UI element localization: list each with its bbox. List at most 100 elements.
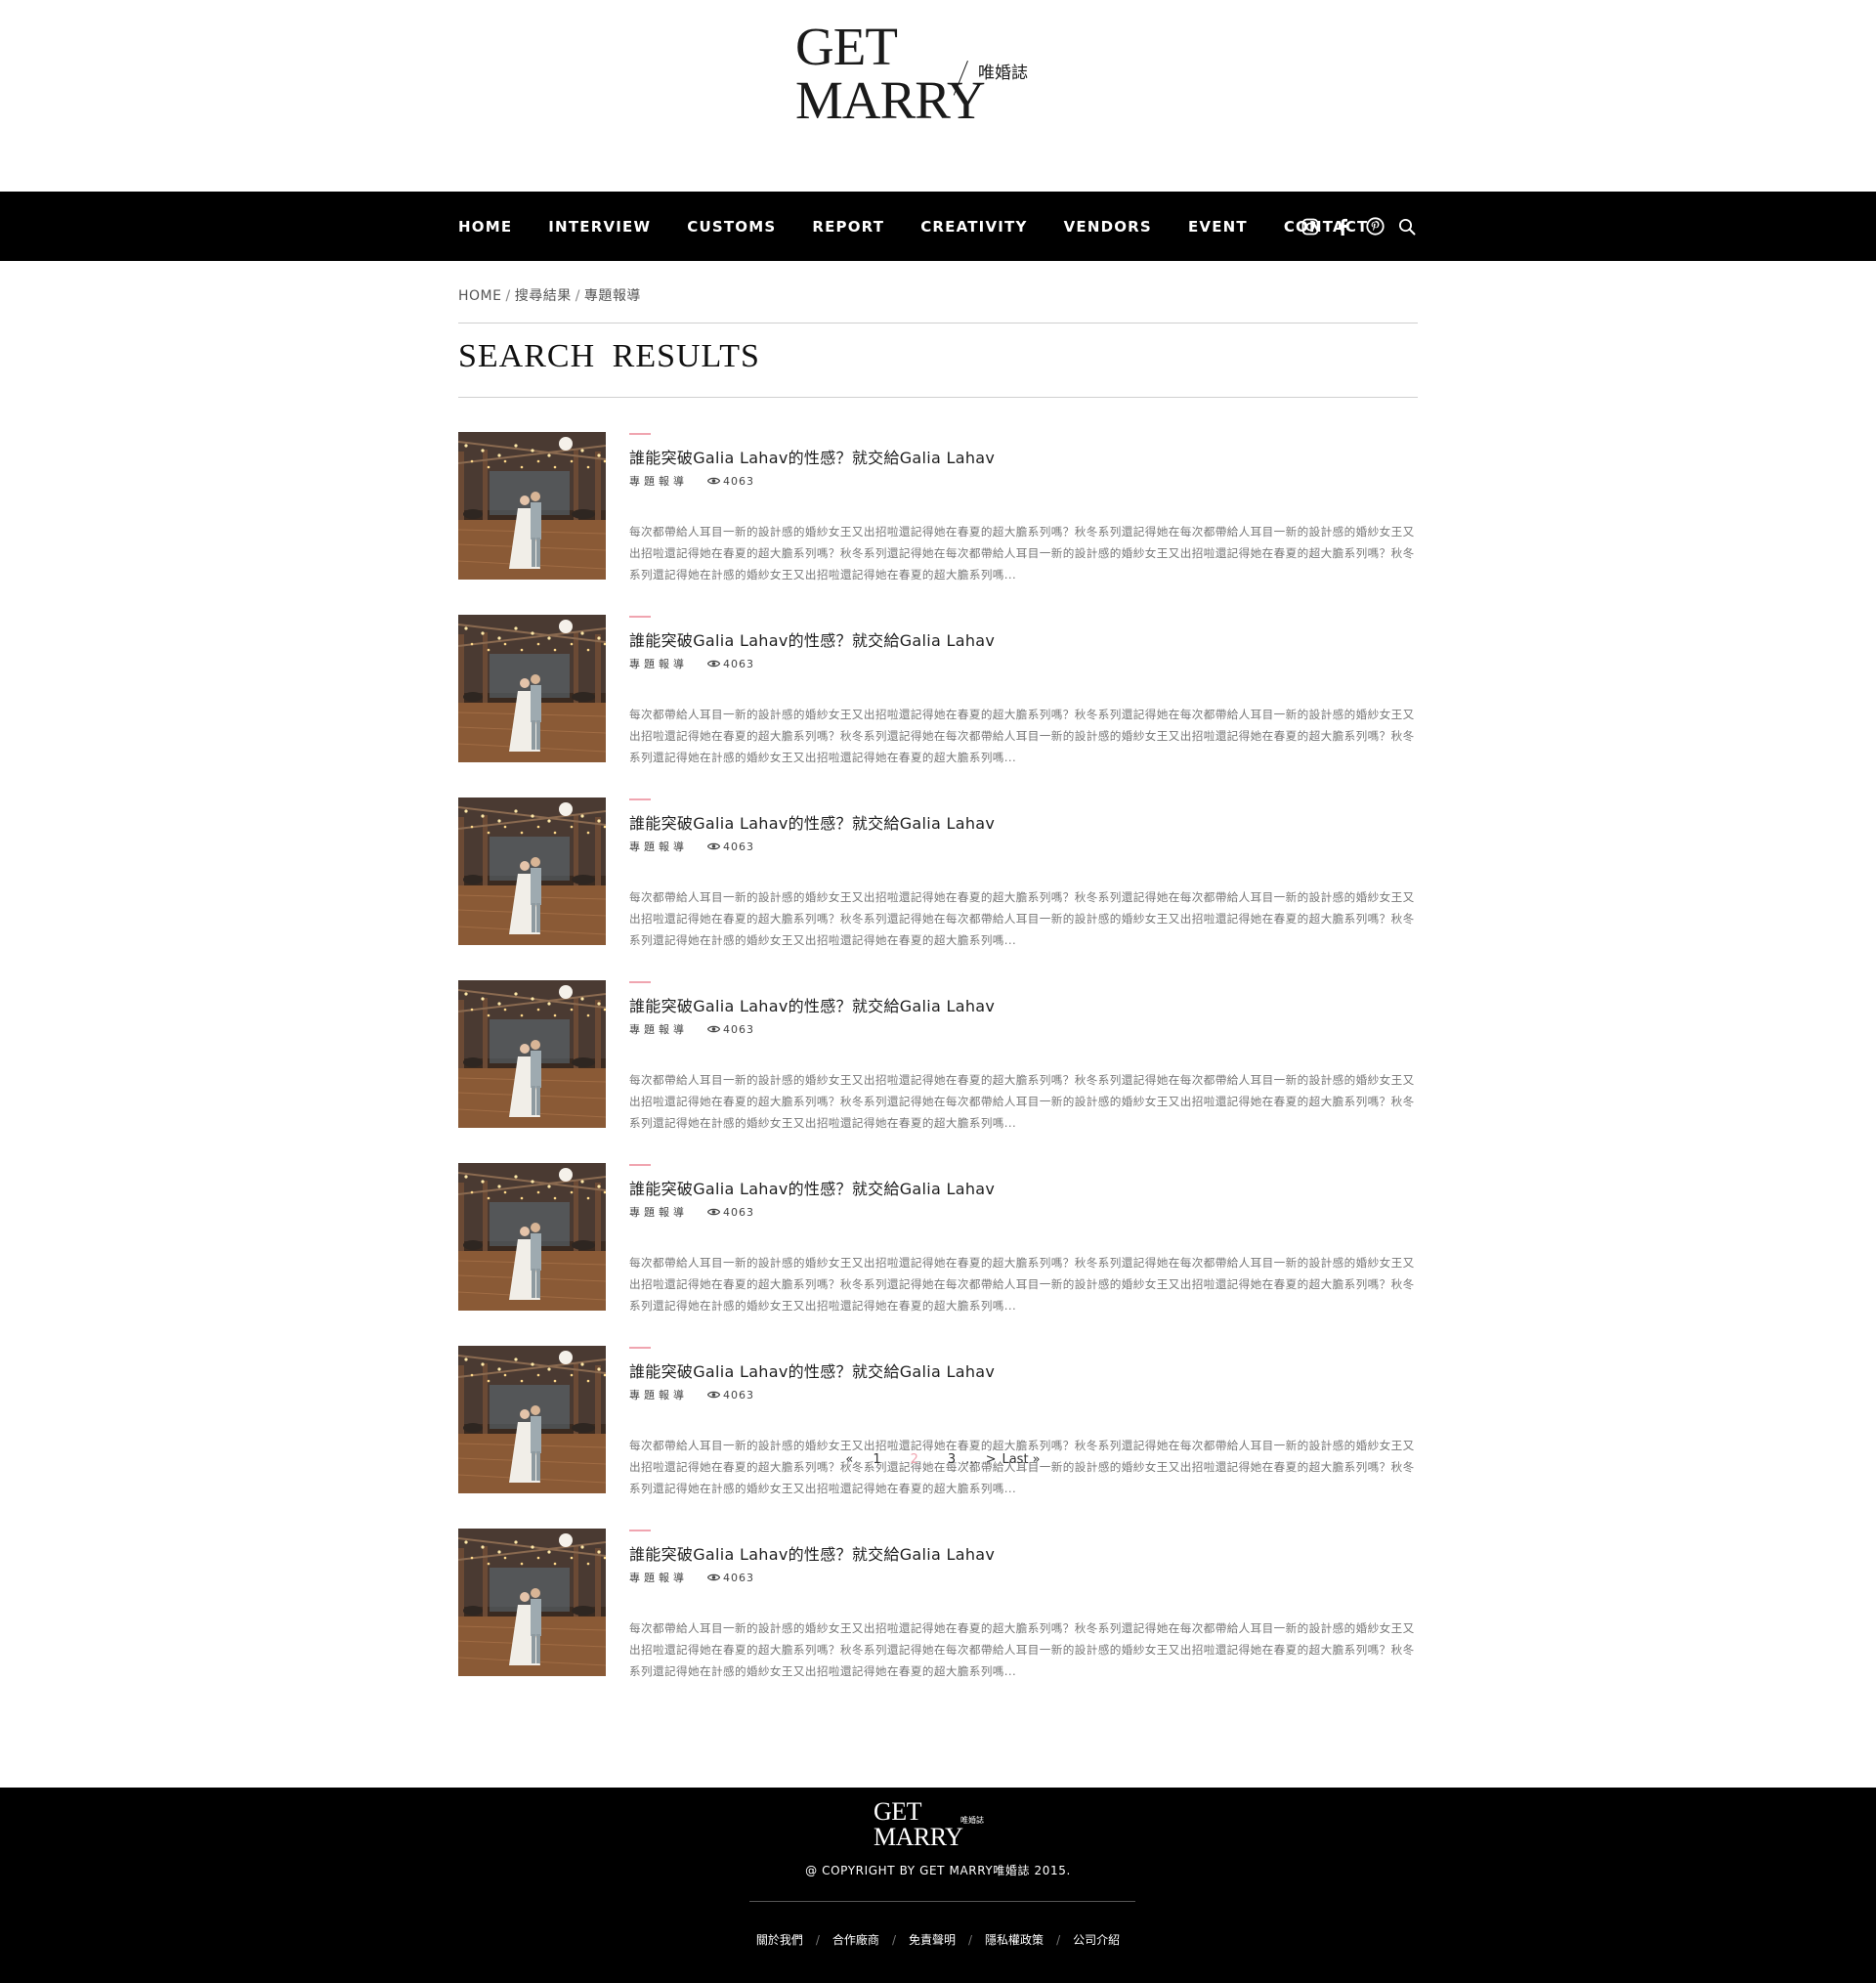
- footer-links: 關於我們 / 合作廠商 / 免責聲明 / 隱私權政策 / 公司介紹: [0, 1931, 1876, 1948]
- result-category[interactable]: 專題報導: [629, 1204, 688, 1220]
- eye-icon: [706, 1390, 721, 1400]
- breadcrumb-search-results[interactable]: 搜尋結果: [515, 288, 572, 304]
- pagination: « 1 2 3... > Last »: [0, 1452, 1876, 1467]
- nav-item-vendors[interactable]: VENDORS: [1064, 218, 1152, 236]
- result-title[interactable]: 誰能突破Galia Lahav的性感？就交給Galia Lahav: [629, 627, 995, 651]
- result-title[interactable]: 誰能突破Galia Lahav的性感？就交給Galia Lahav: [629, 993, 995, 1016]
- result-accent-bar: [629, 798, 651, 800]
- breadcrumb-current: 專題報導: [583, 288, 641, 304]
- result-category[interactable]: 專題報導: [629, 1387, 688, 1402]
- pagination-page-3[interactable]: 3: [948, 1452, 956, 1467]
- result-thumbnail[interactable]: [458, 1529, 606, 1676]
- result-category[interactable]: 專題報導: [629, 839, 688, 854]
- result-excerpt: 每次都帶給人耳目一新的設計感的婚紗女王又出招啦還記得她在春夏的超大膽系列嗎？秋冬…: [629, 890, 1415, 947]
- result-thumbnail[interactable]: [458, 1163, 606, 1311]
- eye-icon: [706, 1024, 721, 1034]
- breadcrumb-home[interactable]: HOME: [458, 288, 501, 304]
- search-result-item: 誰能突破Galia Lahav的性感？就交給Galia Lahav 專題報導 406…: [458, 1346, 1418, 1529]
- site-logo[interactable]: GET MARRY 唯婚誌: [795, 20, 1079, 127]
- nav-item-report[interactable]: REPORT: [812, 218, 884, 236]
- search-result-item: 誰能突破Galia Lahav的性感？就交給Galia Lahav 專題報導 406…: [458, 980, 1418, 1163]
- result-thumbnail[interactable]: [458, 798, 606, 945]
- result-view-count: 4063: [723, 1022, 754, 1036]
- search-icon[interactable]: [1396, 216, 1418, 237]
- search-result-item: 誰能突破Galia Lahav的性感？就交給Galia Lahav 專題報導 406…: [458, 1529, 1418, 1711]
- footer-logo-wordmark: GET MARRY: [874, 1797, 963, 1851]
- nav-item-customs[interactable]: CUSTOMS: [687, 218, 776, 236]
- result-accent-bar: [629, 616, 651, 618]
- result-title[interactable]: 誰能突破Galia Lahav的性感？就交給Galia Lahav: [629, 1176, 995, 1199]
- result-title[interactable]: 誰能突破Galia Lahav的性感？就交給Galia Lahav: [629, 810, 995, 834]
- result-meta: 專題報導 4063: [629, 1204, 754, 1220]
- search-result-item: 誰能突破Galia Lahav的性感？就交給Galia Lahav 專題報導 406…: [458, 1163, 1418, 1346]
- title-bottom-divider: [458, 397, 1418, 398]
- result-thumbnail[interactable]: [458, 615, 606, 762]
- result-meta: 專題報導 4063: [629, 656, 754, 671]
- footer-link-separator: /: [968, 1933, 973, 1947]
- result-view-count: 4063: [723, 840, 754, 853]
- result-thumbnail[interactable]: [458, 980, 606, 1128]
- site-header: GET MARRY 唯婚誌: [0, 0, 1876, 192]
- instagram-icon[interactable]: [1300, 216, 1321, 237]
- pagination-ellipsis: ...: [965, 1452, 978, 1467]
- pagination-first[interactable]: «: [845, 1452, 853, 1467]
- result-view-count: 4063: [723, 1571, 754, 1584]
- result-excerpt: 每次都帶給人耳目一新的設計感的婚紗女王又出招啦還記得她在春夏的超大膽系列嗎？秋冬…: [629, 1073, 1415, 1130]
- page-title: SEARCH RESULTS: [458, 338, 760, 374]
- eye-icon: [706, 1207, 721, 1217]
- nav-item-event[interactable]: EVENT: [1188, 218, 1248, 236]
- result-category[interactable]: 專題報導: [629, 656, 688, 671]
- eye-icon: [706, 659, 721, 668]
- footer-link-separator: /: [891, 1933, 896, 1947]
- footer-divider: [749, 1901, 1135, 1902]
- result-excerpt: 每次都帶給人耳目一新的設計感的婚紗女王又出招啦還記得她在春夏的超大膽系列嗎？秋冬…: [629, 1621, 1415, 1678]
- pagination-page-1[interactable]: 1: [873, 1452, 880, 1467]
- pagination-page-2[interactable]: 2: [911, 1452, 918, 1467]
- main-nav: HOME INTERVIEW CUSTOMS REPORT CREATIVITY VEND…: [0, 192, 1876, 261]
- result-title[interactable]: 誰能突破Galia Lahav的性感？就交給Galia Lahav: [629, 1541, 995, 1565]
- eye-icon: [706, 476, 721, 486]
- result-accent-bar: [629, 1347, 651, 1349]
- result-title[interactable]: 誰能突破Galia Lahav的性感？就交給Galia Lahav: [629, 1358, 995, 1382]
- search-result-item: 誰能突破Galia Lahav的性感？就交給Galia Lahav 專題報導 406…: [458, 615, 1418, 798]
- footer-link[interactable]: 免責聲明: [909, 1933, 956, 1947]
- logo-wordmark: GET MARRY: [795, 17, 986, 130]
- nav-social-icons: [1300, 192, 1428, 261]
- footer-link[interactable]: 合作廠商: [832, 1933, 879, 1947]
- result-excerpt: 每次都帶給人耳目一新的設計感的婚紗女王又出招啦還記得她在春夏的超大膽系列嗎？秋冬…: [629, 1439, 1415, 1495]
- footer-copyright: @ COPYRIGHT BY GET MARRY唯婚誌 2015.: [805, 1864, 1071, 1877]
- footer-logo[interactable]: GET MARRY 唯婚誌: [874, 1799, 1010, 1850]
- result-view-count: 4063: [723, 474, 754, 488]
- pagination-last[interactable]: Last »: [1002, 1452, 1040, 1467]
- nav-item-home[interactable]: HOME: [458, 218, 512, 236]
- pinterest-icon[interactable]: [1364, 216, 1386, 237]
- eye-icon: [706, 841, 721, 851]
- nav-menu: HOME INTERVIEW CUSTOMS REPORT CREATIVITY VEND…: [458, 192, 1404, 261]
- result-excerpt: 每次都帶給人耳目一新的設計感的婚紗女王又出招啦還記得她在春夏的超大膽系列嗎？秋冬…: [629, 525, 1415, 582]
- pagination-next[interactable]: >: [986, 1452, 997, 1467]
- nav-item-interview[interactable]: INTERVIEW: [548, 218, 651, 236]
- search-results-list: 誰能突破Galia Lahav的性感？就交給Galia Lahav 專題報導 406…: [458, 432, 1418, 1711]
- result-excerpt: 每次都帶給人耳目一新的設計感的婚紗女王又出招啦還記得她在春夏的超大膽系列嗎？秋冬…: [629, 1256, 1415, 1313]
- search-result-item: 誰能突破Galia Lahav的性感？就交給Galia Lahav 專題報導 406…: [458, 432, 1418, 615]
- logo-chinese-name: 唯婚誌: [978, 64, 1028, 83]
- result-thumbnail[interactable]: [458, 1346, 606, 1493]
- result-title[interactable]: 誰能突破Galia Lahav的性感？就交給Galia Lahav: [629, 445, 995, 468]
- result-accent-bar: [629, 433, 651, 435]
- search-result-item: 誰能突破Galia Lahav的性感？就交給Galia Lahav 專題報導 406…: [458, 798, 1418, 980]
- footer-link[interactable]: 隱私權政策: [985, 1933, 1044, 1947]
- breadcrumb: HOME / 搜尋結果 / 專題報導: [458, 285, 641, 305]
- footer-link[interactable]: 關於我們: [756, 1933, 803, 1947]
- result-accent-bar: [629, 1164, 651, 1166]
- result-category[interactable]: 專題報導: [629, 1021, 688, 1037]
- footer-logo-chinese-name: 唯婚誌: [960, 1816, 984, 1825]
- nav-item-creativity[interactable]: CREATIVITY: [920, 218, 1027, 236]
- result-category[interactable]: 專題報導: [629, 473, 688, 489]
- result-category[interactable]: 專題報導: [629, 1570, 688, 1585]
- result-accent-bar: [629, 1530, 651, 1531]
- footer-link[interactable]: 公司介紹: [1073, 1933, 1120, 1947]
- result-thumbnail[interactable]: [458, 432, 606, 580]
- facebook-icon[interactable]: [1332, 216, 1353, 237]
- result-view-count: 4063: [723, 1388, 754, 1401]
- breadcrumb-separator: /: [575, 288, 580, 304]
